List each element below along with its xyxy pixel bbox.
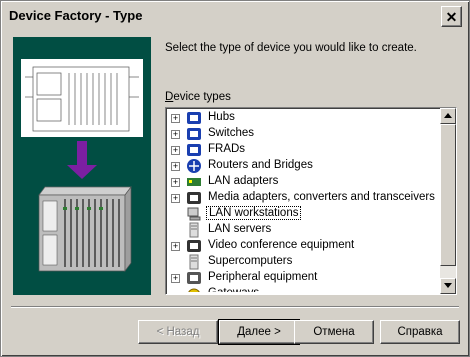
tree-item[interactable]: + Peripheral equipment [168, 270, 438, 286]
close-button[interactable]: ✕ [441, 6, 462, 27]
tree-item[interactable]: LAN workstations [168, 206, 438, 222]
scroll-down-button[interactable] [440, 278, 456, 294]
device-illustration [13, 37, 151, 295]
device-types-label: Device types [165, 91, 231, 103]
tree-item[interactable]: Gateways [168, 286, 438, 292]
tree-item[interactable]: + Media adapters, converters and transcei… [168, 190, 438, 206]
server-icon [189, 222, 199, 238]
tree-item-label: Routers and Bridges [208, 159, 313, 171]
window-title: Device Factory - Type [9, 8, 143, 23]
expand-icon[interactable]: + [171, 274, 180, 283]
lan-adapter-icon [187, 178, 201, 186]
tree-item-label: Supercomputers [208, 255, 293, 267]
tree-item[interactable]: + Routers and Bridges [168, 158, 438, 174]
button-separator [11, 306, 459, 308]
back-button[interactable]: < Назад [138, 320, 218, 344]
tree-item-label: Gateways [206, 287, 261, 292]
scroll-down-icon [444, 283, 452, 288]
video-conference-icon [187, 240, 201, 252]
tree-item[interactable]: + FRADs [168, 142, 438, 158]
device-types-label-rest: evice types [173, 91, 231, 103]
tree-item-label: LAN servers [208, 223, 272, 235]
hub-icon [187, 112, 201, 124]
help-button[interactable]: Справка [380, 320, 460, 344]
tree-items: + Hubs + Switches + FRADs + Routers and Bridges… [168, 110, 438, 292]
device-factory-graphic [13, 37, 151, 295]
instruction-text: Select the type of device you would like… [165, 42, 417, 54]
tree-item-label: FRADs [208, 143, 246, 155]
gateway-icon [188, 288, 200, 292]
dialog-window: Device Factory - Type ✕ Select the type … [0, 0, 470, 357]
tree-item-label: LAN workstations [206, 206, 302, 220]
expand-icon[interactable]: + [171, 162, 180, 171]
tree-item-label: LAN adapters [208, 175, 279, 187]
scroll-up-icon [444, 113, 452, 118]
tree-item-label: Video conference equipment [208, 239, 355, 251]
title-bar[interactable]: Device Factory - Type ✕ [4, 4, 466, 29]
tree-item[interactable]: LAN servers [168, 222, 438, 238]
supercomputer-icon [189, 254, 199, 270]
next-button[interactable]: Далее > [218, 319, 300, 345]
device-types-tree[interactable]: + Hubs + Switches + FRADs + Routers and Bridges… [165, 107, 457, 295]
expand-icon[interactable]: + [171, 146, 180, 155]
tree-item[interactable]: + LAN adapters [168, 174, 438, 190]
tree-item-label: Switches [208, 127, 255, 139]
vertical-scrollbar[interactable] [440, 108, 456, 294]
workstation-icon [187, 207, 201, 221]
tree-item[interactable]: + Switches [168, 126, 438, 142]
tree-item-label: Media adapters, converters and transceiv… [208, 191, 435, 203]
expand-icon[interactable]: + [171, 114, 180, 123]
peripheral-icon [187, 272, 201, 284]
router-icon [187, 159, 201, 173]
media-adapter-icon [187, 192, 201, 204]
tree-item-label: Hubs [208, 111, 235, 123]
cancel-button[interactable]: Отмена [294, 320, 374, 344]
expand-icon[interactable]: + [171, 178, 180, 187]
tree-item[interactable]: + Video conference equipment [168, 238, 438, 254]
expand-icon[interactable]: + [171, 242, 180, 251]
close-icon: ✕ [445, 8, 458, 25]
switch-icon [187, 128, 201, 140]
tree-item-label: Peripheral equipment [208, 271, 318, 283]
tree-item[interactable]: + Hubs [168, 110, 438, 126]
scroll-thumb[interactable] [440, 124, 456, 266]
tree-item[interactable]: Supercomputers [168, 254, 438, 270]
expand-icon[interactable]: + [171, 194, 180, 203]
scroll-up-button[interactable] [440, 108, 456, 124]
expand-icon[interactable]: + [171, 130, 180, 139]
frad-icon [187, 144, 201, 156]
